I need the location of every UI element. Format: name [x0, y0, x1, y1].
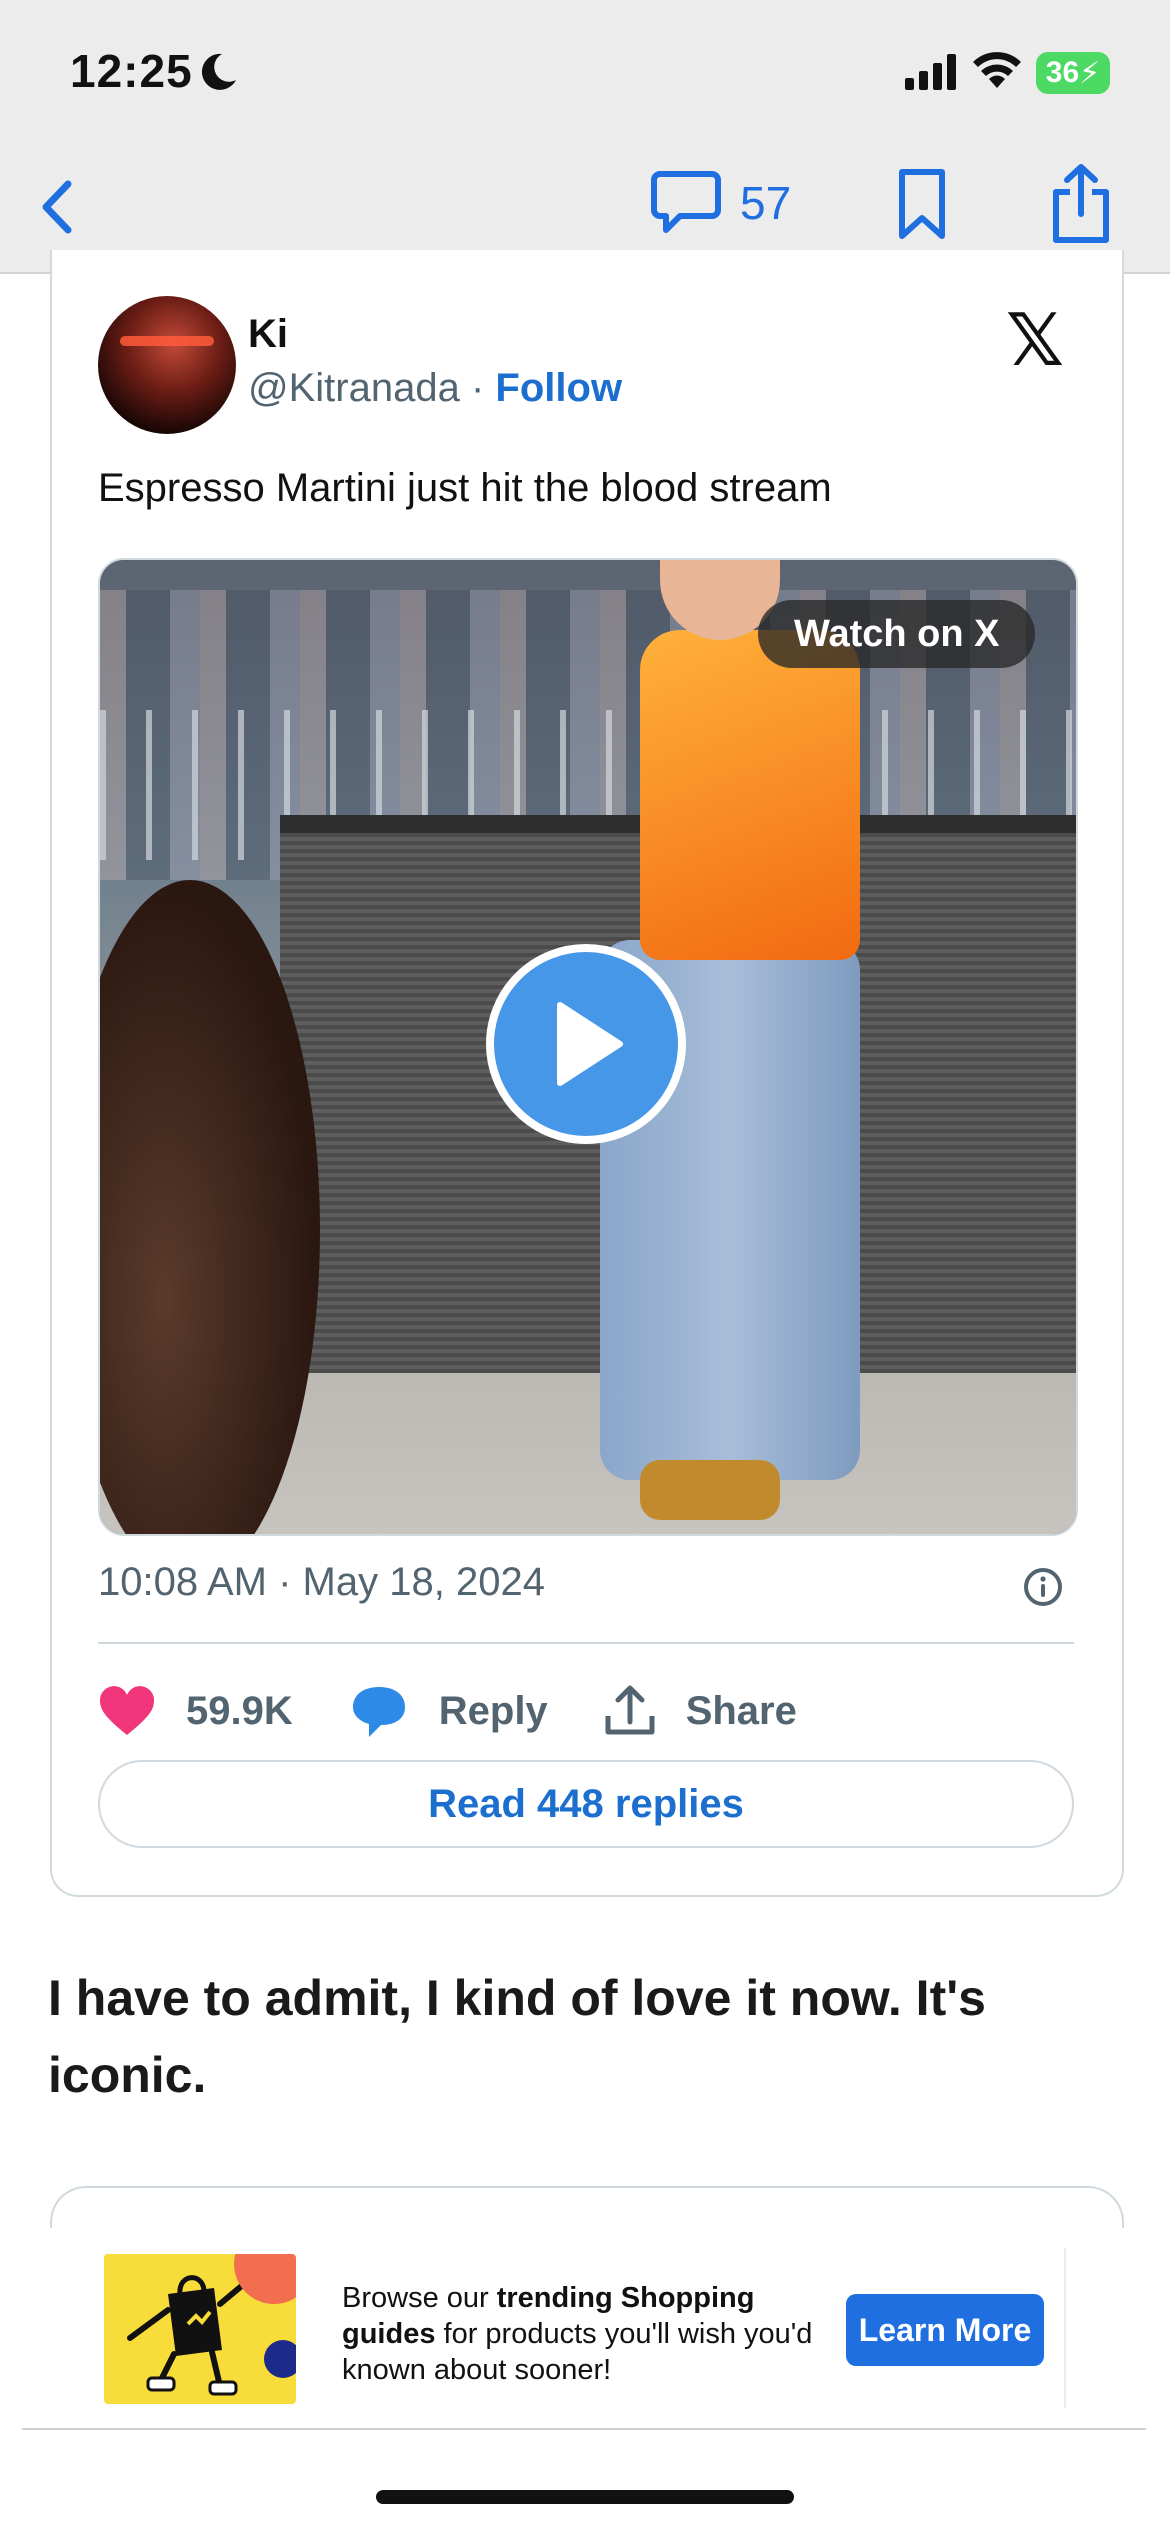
reply-button[interactable]: Reply	[349, 1683, 548, 1739]
ad-text: Browse our trending Shopping guides for …	[342, 2280, 842, 2388]
battery-level: 36	[1045, 56, 1080, 89]
comment-count: 57	[740, 177, 792, 229]
author-handle-row: @Kitranada · Follow	[248, 366, 622, 411]
ad-banner[interactable]: Browse our trending Shopping guides for …	[0, 2228, 1170, 2430]
comment-icon	[651, 171, 721, 233]
share-tweet-button[interactable]: Share	[604, 1684, 797, 1738]
ad-text-prefix: Browse our	[342, 2282, 497, 2314]
reply-label: Reply	[438, 1688, 548, 1733]
learn-more-button[interactable]: Learn More	[846, 2294, 1044, 2366]
tweet-text: Espresso Martini just hit the blood stre…	[98, 466, 832, 510]
comments-button[interactable]: 57	[650, 168, 791, 238]
status-bar: 12:25 36 ⚡	[0, 0, 1170, 150]
charging-bolt-icon: ⚡	[1079, 56, 1101, 90]
author-handle[interactable]: @Kitranada	[248, 366, 460, 410]
like-button[interactable]: 59.9K	[98, 1685, 293, 1737]
avatar[interactable]	[98, 296, 236, 434]
bookmark-icon[interactable]	[896, 166, 948, 244]
follow-link[interactable]: Follow	[495, 366, 622, 410]
handle-separator: ·	[470, 366, 485, 410]
moon-icon	[201, 53, 236, 90]
tweet-card: Ki @Kitranada · Follow 𝕏 Espresso Martin…	[50, 250, 1124, 1897]
share-label: Share	[685, 1688, 797, 1733]
status-time: 12:25	[70, 45, 193, 97]
heart-icon	[99, 1686, 155, 1735]
back-chevron-icon[interactable]	[24, 172, 94, 242]
share-icon[interactable]	[1048, 162, 1114, 246]
ad-divider	[1064, 2248, 1066, 2408]
x-logo-icon[interactable]: 𝕏	[1006, 298, 1064, 382]
reply-bubble-icon	[352, 1687, 405, 1737]
signal-icon	[905, 54, 956, 90]
info-icon[interactable]	[1022, 1566, 1064, 1608]
watch-on-x-button[interactable]: Watch on X	[758, 600, 1036, 668]
video-person-vest	[640, 630, 860, 960]
tweet-actions: 59.9K Reply Share	[98, 1676, 853, 1746]
tweet-video[interactable]: Watch on X	[98, 558, 1078, 1536]
video-person-boot	[640, 1460, 780, 1520]
read-replies-button[interactable]: Read 448 replies	[98, 1760, 1074, 1848]
divider	[98, 1642, 1074, 1644]
article-paragraph: I have to admit, I kind of love it now. …	[48, 1970, 986, 2103]
battery-indicator: 36 ⚡	[1036, 52, 1110, 94]
home-indicator[interactable]	[376, 2490, 794, 2504]
play-icon	[557, 1002, 623, 1086]
play-button[interactable]	[486, 944, 686, 1144]
upload-icon	[605, 1685, 655, 1735]
like-count: 59.9K	[186, 1688, 293, 1733]
tweet-timestamp[interactable]: 10:08 AM · May 18, 2024	[98, 1560, 545, 1605]
author-name[interactable]: Ki	[248, 312, 288, 357]
ad-image[interactable]	[104, 2254, 296, 2404]
ad-bottom-rule	[22, 2428, 1146, 2430]
wifi-icon	[973, 52, 1021, 88]
